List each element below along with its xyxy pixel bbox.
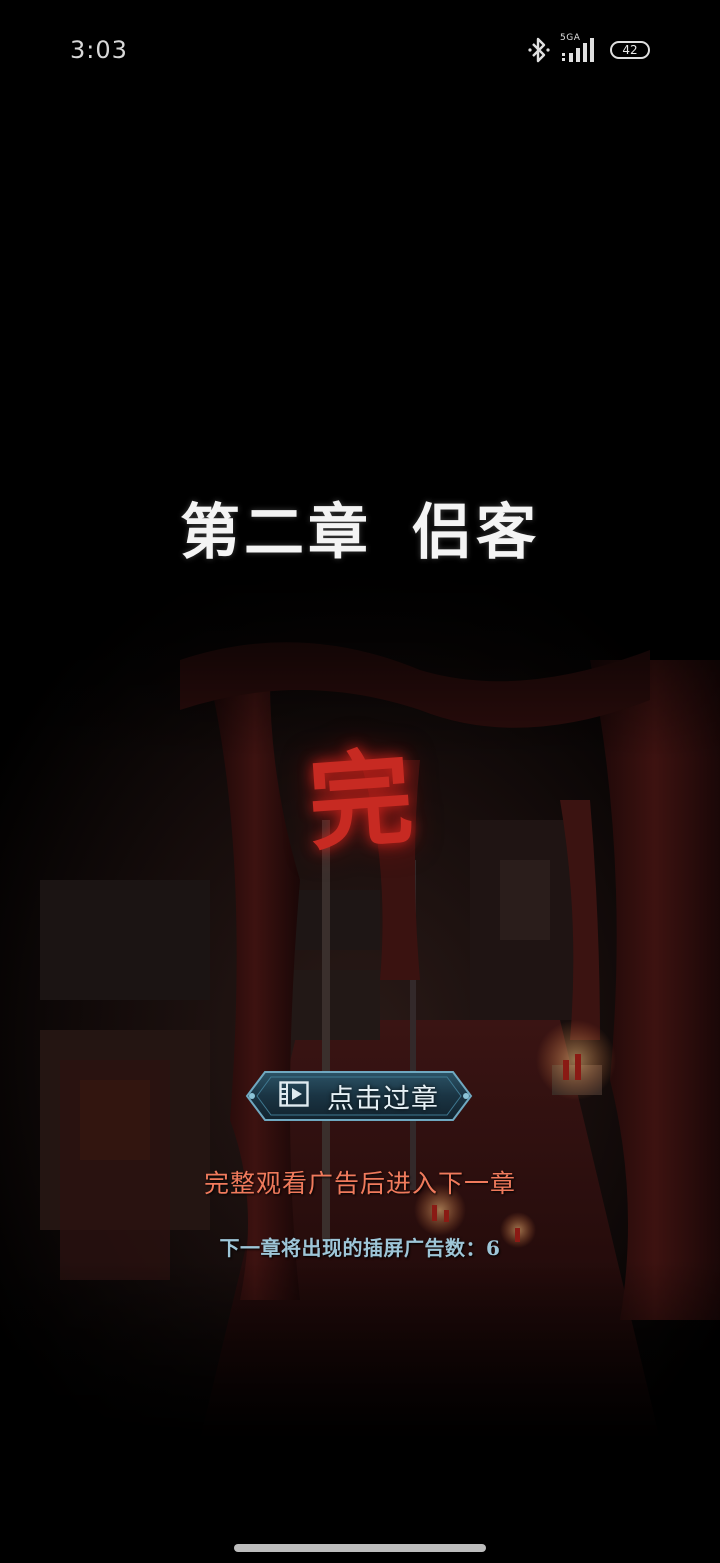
home-indicator[interactable] [234, 1544, 486, 1552]
interstitial-ad-count: 下一章将出现的插屏广告数：6 [219, 1236, 501, 1260]
video-ad-icon [279, 1081, 309, 1111]
background-scene [0, 560, 720, 1440]
signal-icon: 5GA [558, 33, 598, 65]
chapter-number: 第二章 [180, 498, 372, 568]
skip-button-label: 点击过章 [327, 1083, 439, 1115]
status-time: 3:03 [70, 36, 128, 64]
status-bar: 3:03 5GA 42 [0, 0, 720, 100]
status-icons: 5GA 42 [528, 33, 650, 66]
skip-button-content: 点击过章 [243, 1068, 475, 1124]
chapter-title: 第二章 侣客 [0, 484, 720, 571]
bluetooth-icon [528, 36, 550, 64]
battery-icon: 42 [610, 41, 650, 59]
ad-requirement-note: 完整观看广告后进入下一章 [203, 1169, 516, 1198]
skip-chapter-button[interactable]: 点击过章 [243, 1068, 475, 1124]
chapter-name: 侣客 [412, 498, 540, 568]
battery-level: 42 [622, 43, 638, 57]
